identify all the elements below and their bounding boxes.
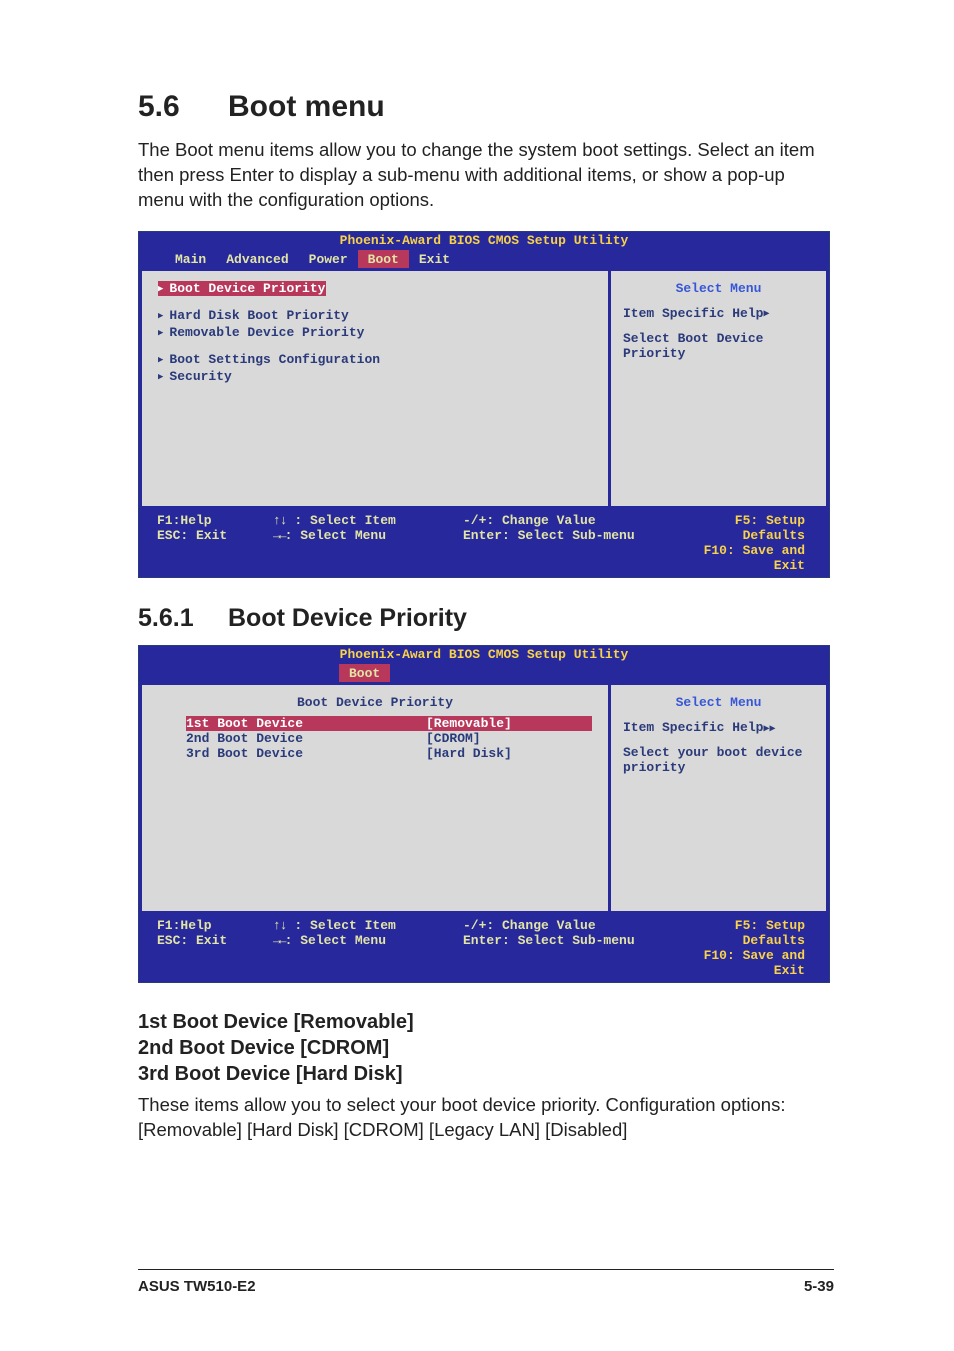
footer-page-number: 5-39 xyxy=(804,1278,834,1295)
third-boot-label: 3rd Boot Device xyxy=(186,746,426,761)
arrows-left-right-icon xyxy=(273,933,285,948)
tab-power[interactable]: Power xyxy=(299,250,358,268)
tab-exit[interactable]: Exit xyxy=(409,250,460,268)
subsection-number: 5.6.1 xyxy=(138,604,228,633)
submenu-icon: ▶ xyxy=(158,372,163,382)
menu-hard-disk-boot-priority[interactable]: ▶Hard Disk Boot Priority xyxy=(158,308,592,323)
menu-boot-device-priority[interactable]: ▶Boot Device Priority xyxy=(158,281,326,296)
legend-f10-save: F10: Save and Exit xyxy=(693,543,805,573)
device-description: These items allow you to select your boo… xyxy=(138,1093,834,1143)
arrows-left-right-icon xyxy=(273,528,285,543)
legend-select-item: : Select Item xyxy=(273,918,463,933)
device-heading-line-3: 3rd Boot Device [Hard Disk] xyxy=(138,1061,834,1087)
tab-boot[interactable]: Boot xyxy=(358,250,409,268)
legend-enter-submenu: Enter: Select Sub-menu xyxy=(463,528,693,543)
legend-f1-help: F1:Help xyxy=(157,918,273,933)
tab-boot[interactable]: Boot xyxy=(339,664,390,682)
first-boot-value: [Removable] xyxy=(426,716,512,731)
submenu-icon: ▶ xyxy=(158,328,163,338)
legend-select-item: : Select Item xyxy=(273,513,463,528)
intro-text: The Boot menu items allow you to change … xyxy=(138,138,834,213)
bios-tab-bar: Boot xyxy=(139,664,829,682)
legend-select-menu: : Select Menu xyxy=(273,933,463,948)
legend-f5-defaults: F5: Setup Defaults xyxy=(693,513,805,543)
item-specific-help-label: Item Specific Help▶ xyxy=(623,306,814,321)
bios-utility-title: Phoenix-Award BIOS CMOS Setup Utility xyxy=(139,232,829,250)
legend-f5-defaults: F5: Setup Defaults xyxy=(693,918,805,948)
heading-title: Boot menu xyxy=(228,90,385,123)
submenu-icon: ▶ xyxy=(158,355,163,365)
row-2nd-boot-device[interactable]: 2nd Boot Device [CDROM] xyxy=(186,731,592,746)
page-footer: ASUS TW510-E2 5-39 xyxy=(138,1269,834,1295)
legend-f1-help: F1:Help xyxy=(157,513,273,528)
help-text-line-2: priority xyxy=(623,760,814,775)
bios-left-panel: ▶Boot Device Priority ▶Hard Disk Boot Pr… xyxy=(142,271,608,506)
first-boot-label: 1st Boot Device xyxy=(186,716,426,731)
page-heading: 5.6Boot menu xyxy=(138,90,834,124)
legend-enter-submenu: Enter: Select Sub-menu xyxy=(463,933,693,948)
tab-main[interactable]: Main xyxy=(165,250,216,268)
select-menu-title: Select Menu xyxy=(623,695,814,710)
bios-legend: F1:Help ESC: Exit : Select Item : Select… xyxy=(139,914,829,982)
arrows-up-down-icon xyxy=(273,513,287,528)
menu-removable-device-priority[interactable]: ▶Removable Device Priority xyxy=(158,325,592,340)
arrows-up-down-icon xyxy=(273,918,287,933)
help-text-line-2: Priority xyxy=(623,346,814,361)
menu-boot-settings-configuration[interactable]: ▶Boot Settings Configuration xyxy=(158,352,592,367)
legend-select-menu: : Select Menu xyxy=(273,528,463,543)
panel-sub-title: Boot Device Priority xyxy=(158,695,592,710)
menu-security[interactable]: ▶Security xyxy=(158,369,592,384)
submenu-icon: ▶ xyxy=(158,311,163,321)
legend-change-value: -/+: Change Value xyxy=(463,513,693,528)
footer-product: ASUS TW510-E2 xyxy=(138,1278,256,1295)
help-text-line-1: Select Boot Device xyxy=(623,331,814,346)
submenu-icon: ▶ xyxy=(158,284,163,294)
device-heading-line-2: 2nd Boot Device [CDROM] xyxy=(138,1035,834,1061)
second-boot-value: [CDROM] xyxy=(426,731,481,746)
legend-change-value: -/+: Change Value xyxy=(463,918,693,933)
bios-screenshot-boot-priority: Phoenix-Award BIOS CMOS Setup Utility Bo… xyxy=(138,645,830,983)
subsection-heading: 5.6.1Boot Device Priority xyxy=(138,604,834,633)
tab-advanced[interactable]: Advanced xyxy=(216,250,298,268)
third-boot-value: [Hard Disk] xyxy=(426,746,512,761)
help-text-line-1: Select your boot device xyxy=(623,745,814,760)
legend-esc-exit: ESC: Exit xyxy=(157,933,273,948)
bios-tab-bar: Main Advanced Power Boot Exit xyxy=(139,250,829,268)
select-menu-title: Select Menu xyxy=(623,281,814,296)
row-3rd-boot-device[interactable]: 3rd Boot Device [Hard Disk] xyxy=(186,746,592,761)
bios-screenshot-boot-menu: Phoenix-Award BIOS CMOS Setup Utility Ma… xyxy=(138,231,830,578)
legend-esc-exit: ESC: Exit xyxy=(157,528,273,543)
subsection-title: Boot Device Priority xyxy=(228,604,467,632)
bios-utility-title: Phoenix-Award BIOS CMOS Setup Utility xyxy=(139,646,829,664)
bios-help-panel: Select Menu Item Specific Help▶ Select B… xyxy=(611,271,826,506)
heading-number: 5.6 xyxy=(138,90,228,124)
second-boot-label: 2nd Boot Device xyxy=(186,731,426,746)
bios-legend: F1:Help ESC: Exit : Select Item : Select… xyxy=(139,509,829,577)
bios-left-panel: Boot Device Priority 1st Boot Device [Re… xyxy=(142,685,608,911)
legend-f10-save: F10: Save and Exit xyxy=(693,948,805,978)
item-specific-help-label: Item Specific Help▶▶ xyxy=(623,720,814,735)
row-1st-boot-device[interactable]: 1st Boot Device [Removable] xyxy=(186,716,592,731)
device-heading-line-1: 1st Boot Device [Removable] xyxy=(138,1009,834,1035)
bios-help-panel: Select Menu Item Specific Help▶▶ Select … xyxy=(611,685,826,911)
